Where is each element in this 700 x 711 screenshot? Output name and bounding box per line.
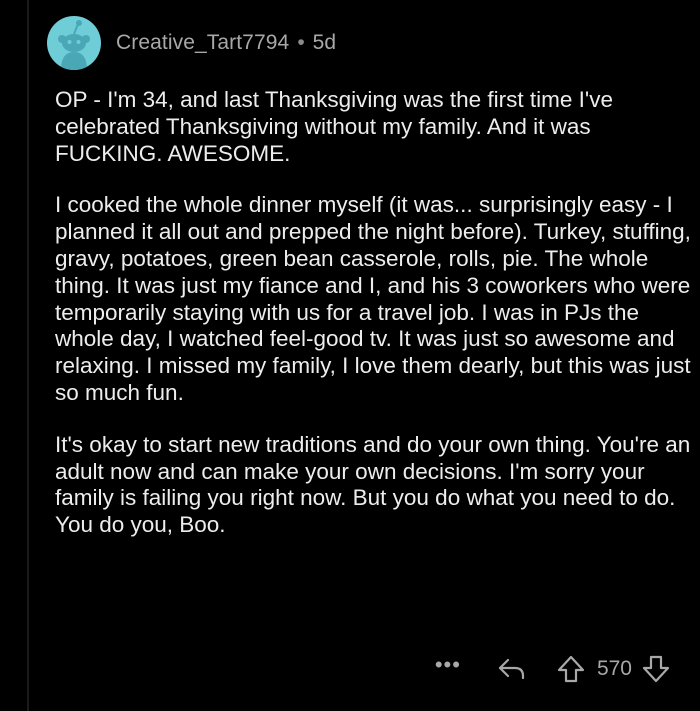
meta-separator: • bbox=[297, 31, 305, 54]
comment-age: 5d bbox=[312, 31, 337, 54]
vote-count: 570 bbox=[596, 657, 632, 680]
upvote-button[interactable] bbox=[557, 655, 585, 683]
reply-arrow-icon bbox=[498, 658, 525, 680]
comment-paragraph: OP - I'm 34, and last Thanksgiving was t… bbox=[55, 87, 613, 166]
avatar[interactable] bbox=[47, 16, 101, 70]
comment-body: OP - I'm 34, and last Thanksgiving was t… bbox=[55, 87, 695, 565]
thread-line[interactable] bbox=[27, 0, 29, 711]
comment-actions: ••• 570 bbox=[435, 651, 670, 687]
upvote-arrow-icon bbox=[557, 655, 585, 683]
downvote-button[interactable] bbox=[642, 655, 670, 683]
downvote-arrow-icon bbox=[642, 655, 670, 683]
comment-header: Creative_Tart7794 • 5d bbox=[47, 16, 336, 70]
reddit-snoo-avatar-icon bbox=[58, 20, 90, 70]
comment-author[interactable]: Creative_Tart7794 bbox=[116, 31, 289, 55]
more-options-button[interactable]: ••• bbox=[435, 654, 461, 676]
reply-button[interactable] bbox=[497, 656, 527, 682]
comment-paragraph: It's okay to start new traditions and do… bbox=[55, 431, 691, 538]
comment-paragraph: I cooked the whole dinner myself (it was… bbox=[55, 192, 691, 405]
